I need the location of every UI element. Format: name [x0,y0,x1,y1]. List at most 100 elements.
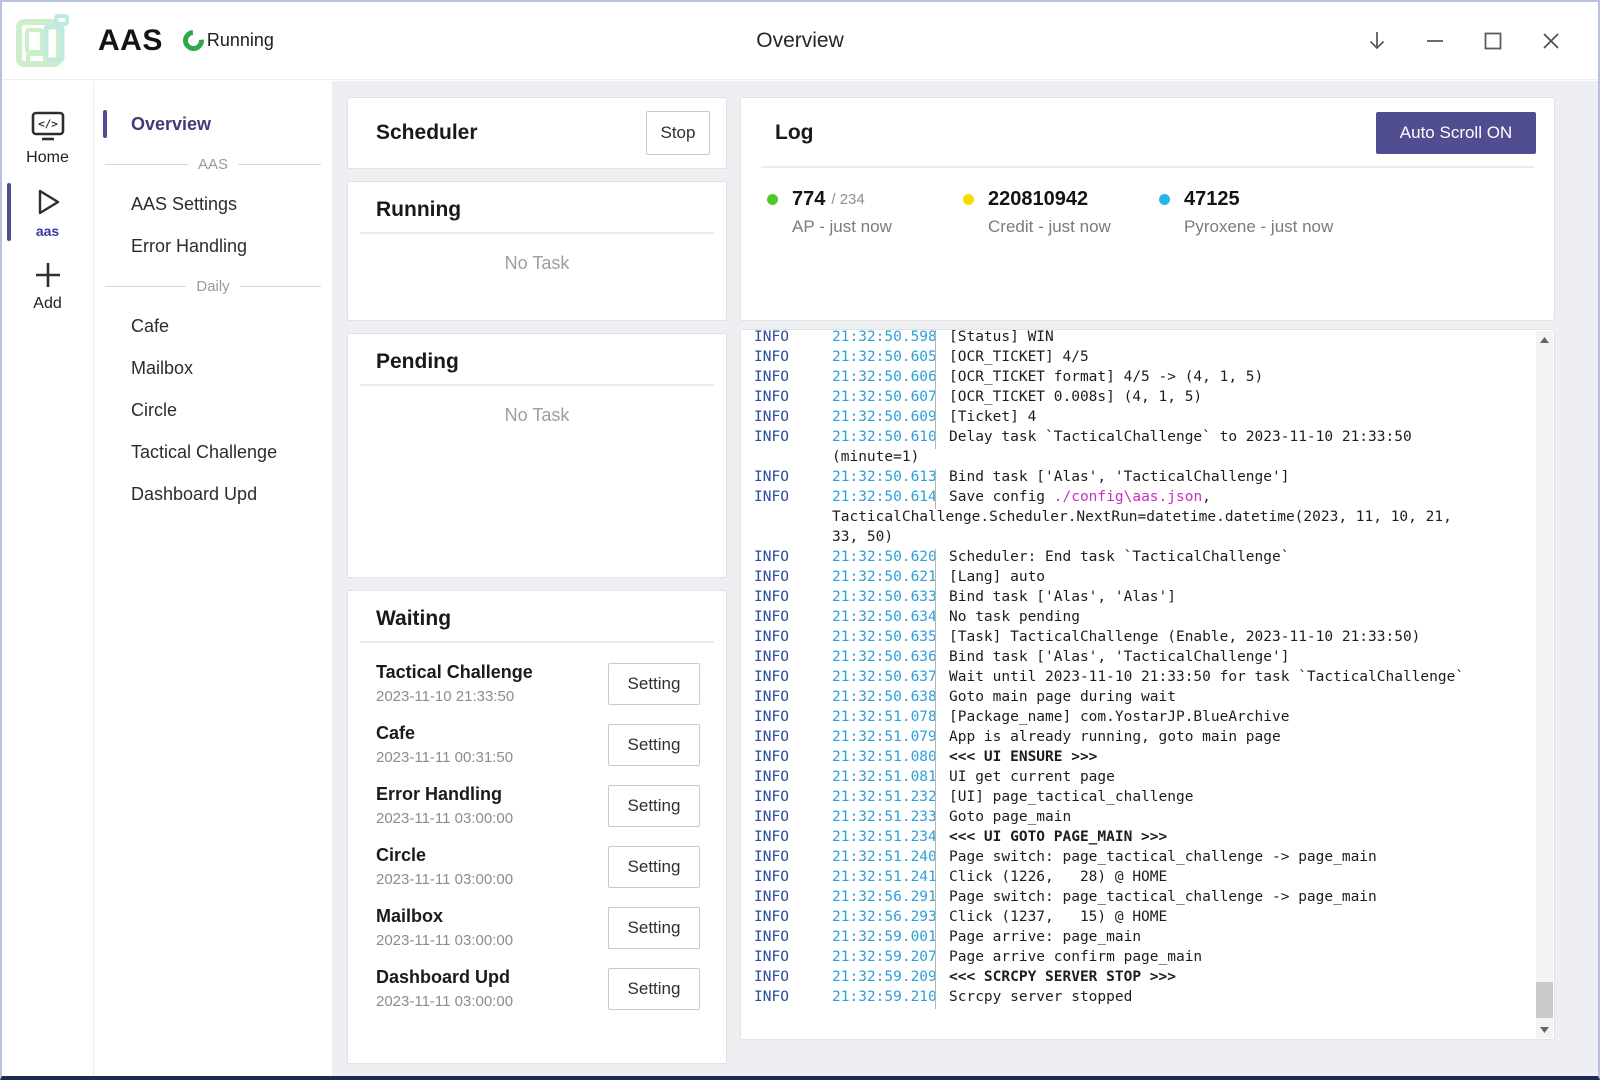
stat-top: 220810942 [963,188,1159,211]
nav-item-label: Cafe [131,316,169,337]
nav-item-tactical-challenge[interactable]: Tactical Challenge [95,431,331,473]
rail-item-aas[interactable]: aas [2,175,93,249]
task-setting-button[interactable]: Setting [608,724,700,766]
log-message: TacticalChallenge.Scheduler.NextRun=date… [832,509,1452,529]
log-message: [OCR_TICKET format] 4/5 -> (4, 1, 5) [942,369,1263,389]
nav-item-mailbox[interactable]: Mailbox [95,347,331,389]
log-timestamp: 21:32:51.241 [832,869,928,889]
log-message: [Package_name] com.YostarJP.BlueArchive [942,709,1289,729]
task-name: Dashboard Upd [376,967,608,988]
task-info: Circle2023-11-11 03:00:00 [376,845,608,888]
log-output[interactable]: INFO21:32:50.598[Status] WININFO21:32:50… [740,329,1555,1040]
log-message: Bind task ['Alas', 'Alas'] [942,589,1176,609]
log-timestamp: 21:32:50.607 [832,389,928,409]
log-header: Log Auto Scroll ON [741,112,1554,154]
log-message: Goto main page during wait [942,689,1176,709]
log-message: Goto page_main [942,809,1071,829]
log-separator [928,589,942,609]
log-timestamp: 21:32:59.207 [832,949,928,969]
log-message: [Status] WIN [942,329,1054,349]
resource-stat: 220810942Credit - just now [963,188,1159,237]
log-card: Log Auto Scroll ON 774/ 234AP - just now… [740,97,1555,321]
log-row: INFO21:32:50.609[Ticket] 4 [754,409,1528,429]
log-scrollbar[interactable] [1536,331,1553,1038]
log-level: INFO [754,969,832,989]
auto-scroll-button[interactable]: Auto Scroll ON [1376,112,1536,154]
log-timestamp: 21:32:50.621 [832,569,928,589]
task-name: Error Handling [376,784,608,805]
log-level: INFO [754,889,832,909]
log-row: INFO21:32:50.637Wait until 2023-11-10 21… [754,669,1528,689]
log-row: INFO21:32:50.638Goto main page during wa… [754,689,1528,709]
nav-item-dashboard-upd[interactable]: Dashboard Upd [95,473,331,515]
task-next-run: 2023-11-11 03:00:00 [376,993,608,1010]
log-separator [928,349,942,369]
stop-button[interactable]: Stop [646,111,710,155]
titlebar: AAS Running Overview [2,2,1598,80]
log-row: INFO21:32:51.081UI get current page [754,769,1528,789]
stat-top: 774/ 234 [767,188,963,211]
log-level: INFO [754,649,832,669]
log-separator [928,429,942,449]
nav-item-aas-settings[interactable]: AAS Settings [95,183,331,225]
sidebar-nav: OverviewAASAAS SettingsError HandlingDai… [95,81,331,1076]
log-row: INFO21:32:51.240Page switch: page_tactic… [754,849,1528,869]
log-message: [Task] TacticalChallenge (Enable, 2023-1… [942,629,1420,649]
log-message: <<< SCRCPY SERVER STOP >>> [942,969,1176,989]
log-level: INFO [754,469,832,489]
log-message: 33, 50) [832,529,893,549]
log-row: INFO21:32:50.607[OCR_TICKET 0.008s] (4, … [754,389,1528,409]
maximize-icon[interactable] [1476,24,1510,58]
close-icon[interactable] [1534,24,1568,58]
nav-item-overview[interactable]: Overview [95,103,331,145]
log-separator [928,869,942,889]
log-separator [928,809,942,829]
log-message: Page arrive: page_main [942,929,1141,949]
log-message: Scheduler: End task `TacticalChallenge` [942,549,1289,569]
task-setting-button[interactable]: Setting [608,968,700,1010]
log-separator [928,409,942,429]
log-message: [Lang] auto [942,569,1045,589]
task-setting-button[interactable]: Setting [608,663,700,705]
task-next-run: 2023-11-10 21:33:50 [376,688,608,705]
rail-item-add[interactable]: Add [2,249,93,323]
log-message: [OCR_TICKET] 4/5 [942,349,1089,369]
nav-item-cafe[interactable]: Cafe [95,305,331,347]
nav-item-error-handling[interactable]: Error Handling [95,225,331,267]
log-timestamp: 21:32:50.609 [832,409,928,429]
log-row: 33, 50) [754,529,1528,549]
scroll-up-icon[interactable] [1536,331,1553,348]
task-setting-button[interactable]: Setting [608,846,700,888]
log-row: INFO21:32:51.233Goto page_main [754,809,1528,829]
log-level: INFO [754,989,832,1009]
log-message: No task pending [942,609,1080,629]
log-timestamp: 21:32:51.240 [832,849,928,869]
scheduler-status-text: Running [207,30,274,51]
task-next-run: 2023-11-11 00:31:50 [376,749,608,766]
log-timestamp: 21:32:50.606 [832,369,928,389]
task-setting-button[interactable]: Setting [608,785,700,827]
log-message: Page arrive confirm page_main [942,949,1202,969]
log-separator [928,469,942,489]
nav-item-label: Overview [131,114,211,135]
scrollbar-thumb[interactable] [1536,982,1553,1018]
log-row: INFO21:32:59.210Scrcpy server stopped [754,989,1528,1009]
waiting-title: Waiting [348,607,726,631]
log-separator [928,389,942,409]
log-row: INFO21:32:50.613Bind task ['Alas', 'Tact… [754,469,1528,489]
log-message: Wait until 2023-11-10 21:33:50 for task … [942,669,1464,689]
log-message: (minute=1) [832,449,919,469]
log-level: INFO [754,909,832,929]
log-row: INFO21:32:56.291Page switch: page_tactic… [754,889,1528,909]
minimize-icon[interactable] [1418,24,1452,58]
scroll-down-icon[interactable] [1536,1021,1553,1038]
divider-line [238,164,321,165]
update-download-icon[interactable] [1360,24,1394,58]
running-title: Running [348,198,726,222]
task-info: Dashboard Upd 2023-11-11 03:00:00 [376,967,608,1010]
task-setting-button[interactable]: Setting [608,907,700,949]
rail-item-home[interactable]: </>Home [2,101,93,175]
nav-item-circle[interactable]: Circle [95,389,331,431]
waiting-task-row: Mailbox2023-11-11 03:00:00Setting [376,897,700,958]
log-level: INFO [754,429,832,449]
